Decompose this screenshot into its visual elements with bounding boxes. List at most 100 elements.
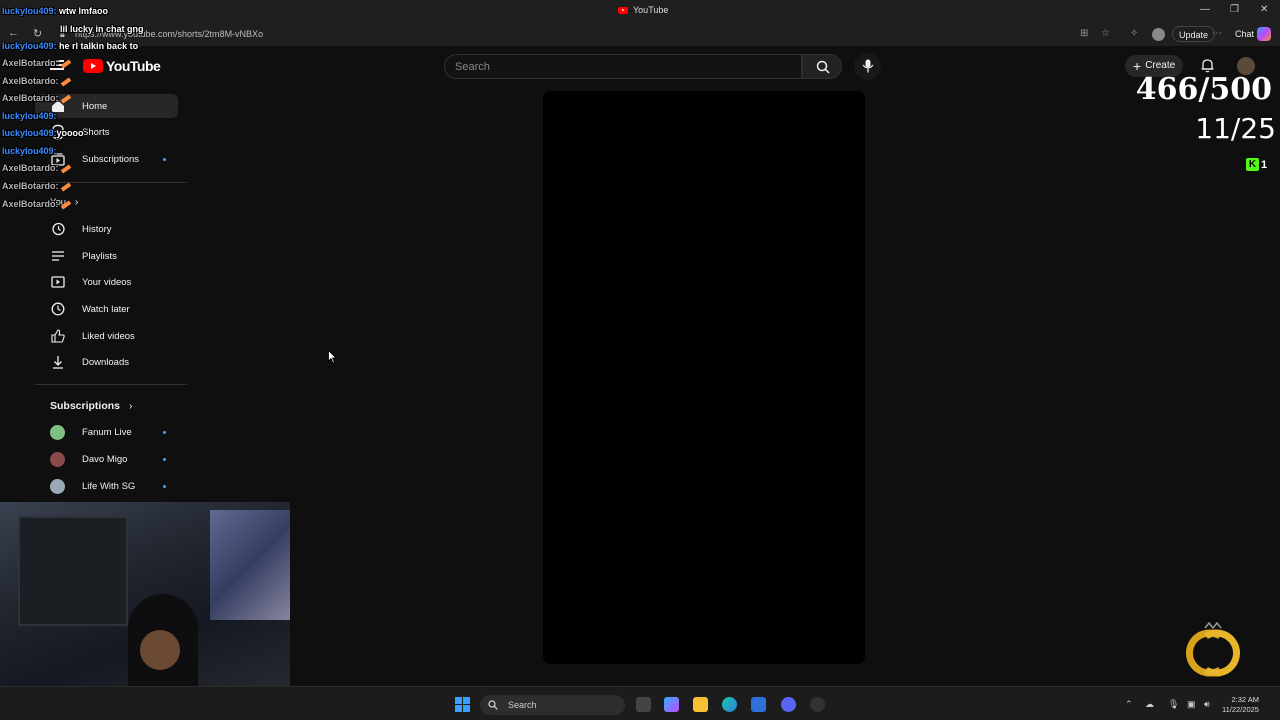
channel-avatar bbox=[50, 451, 65, 467]
sidebar-item-label: Playlists bbox=[82, 250, 117, 262]
chat-username: luckylou409: bbox=[2, 146, 57, 156]
browser-title-bar: YouTube — ❐ ✕ bbox=[0, 0, 1280, 22]
update-button[interactable]: Update bbox=[1172, 26, 1216, 42]
file-explorer-icon[interactable] bbox=[693, 697, 708, 712]
favorites-icon[interactable]: ✧ bbox=[1130, 28, 1138, 39]
close-icon[interactable]: ✕ bbox=[1260, 4, 1268, 15]
chevron-right-icon: › bbox=[128, 400, 133, 412]
search-button[interactable] bbox=[802, 54, 842, 79]
chat-username: AxelBotardo: bbox=[2, 199, 59, 209]
sidebar-item-downloads[interactable]: Downloads bbox=[35, 350, 178, 374]
sidebar-item-history[interactable]: History bbox=[35, 217, 178, 241]
obs-icon[interactable] bbox=[810, 697, 825, 712]
new-content-dot bbox=[163, 457, 166, 461]
your-videos-icon bbox=[51, 276, 65, 288]
chat-message: AxelBotardo: bbox=[2, 181, 71, 192]
sidebar-item-label: Shorts bbox=[82, 126, 110, 138]
minimize-icon[interactable]: — bbox=[1200, 4, 1210, 15]
profile-avatar[interactable] bbox=[1152, 28, 1165, 41]
maximize-icon[interactable]: ❐ bbox=[1230, 4, 1239, 15]
chat-message: luckylou409:yoooo bbox=[2, 128, 84, 138]
sidebar-channel-fanum-live[interactable]: Fanum Live bbox=[35, 420, 178, 444]
sidebar-channel-life-with-sg[interactable]: Life With SG bbox=[35, 474, 178, 498]
microphone-icon bbox=[862, 59, 874, 73]
sidebar-item-label: History bbox=[82, 223, 112, 235]
youtube-favicon-icon bbox=[618, 6, 628, 14]
youtube-logo-icon bbox=[83, 59, 103, 73]
sidebar-item-label: Home bbox=[82, 100, 108, 112]
shorts-video-player[interactable] bbox=[543, 91, 865, 664]
youtube-logo-text: YouTube bbox=[106, 58, 161, 74]
chevron-right-icon: › bbox=[75, 196, 79, 208]
microphone-icon[interactable]: 🎙︎ bbox=[1168, 699, 1179, 710]
clock-time: 2:32 AM bbox=[1231, 695, 1259, 704]
chat-message: AxelBotardo: bbox=[2, 163, 71, 174]
new-content-dot bbox=[163, 157, 166, 161]
chat-username: luckylou409: bbox=[2, 6, 57, 16]
sidebar-item-label: Life With SG bbox=[82, 480, 136, 492]
sidebar-item-watch-later[interactable]: Watch later bbox=[35, 297, 178, 321]
favorite-star-icon[interactable]: ☆ bbox=[1101, 28, 1110, 39]
task-view-icon[interactable] bbox=[636, 697, 651, 712]
goal-counter: 466/500 bbox=[1135, 72, 1272, 107]
volume-icon[interactable]: 🔊︎ bbox=[1204, 699, 1210, 710]
sidebar-channel-davo-migo[interactable]: Davo Migo bbox=[35, 447, 178, 471]
tray-chevron-icon[interactable]: ⌃ bbox=[1125, 699, 1133, 710]
new-content-dot bbox=[163, 430, 166, 434]
browser-address-bar: ← ↻ 🔒︎ https://www.youtube.com/shorts/2t… bbox=[0, 22, 1280, 46]
chat-message: lil lucky in chat gng bbox=[60, 24, 144, 34]
sub-goal-counter: 11/25 bbox=[1195, 112, 1276, 145]
sidebar-item-liked-videos[interactable]: Liked videos bbox=[35, 324, 178, 348]
more-menu-icon[interactable]: ⋯ bbox=[1212, 28, 1222, 39]
pencil-emote-icon bbox=[60, 77, 71, 87]
network-icon[interactable]: ▣ bbox=[1187, 699, 1196, 710]
back-icon[interactable]: ← bbox=[8, 27, 19, 39]
kick-logo-icon: K bbox=[1246, 158, 1259, 171]
search-input[interactable]: Search bbox=[444, 54, 802, 79]
chat-button[interactable]: Chat bbox=[1235, 29, 1254, 39]
screen: YouTube — ❐ ✕ ← ↻ 🔒︎ https://www.youtube… bbox=[0, 0, 1280, 720]
chat-username: luckylou409: bbox=[2, 111, 57, 121]
notifications-bell-icon[interactable] bbox=[1200, 58, 1215, 73]
copilot-taskbar-icon[interactable] bbox=[664, 697, 679, 712]
pencil-emote-icon bbox=[60, 182, 71, 192]
search-icon bbox=[488, 700, 498, 710]
channel-avatar bbox=[50, 424, 65, 440]
webcam-background-poster bbox=[210, 510, 290, 620]
chat-message: AxelBotardo: bbox=[2, 58, 71, 69]
new-content-dot bbox=[163, 484, 166, 488]
chat-username: AxelBotardo: bbox=[2, 181, 59, 191]
search-icon bbox=[816, 60, 830, 74]
chat-message: luckylou409: he rl talkin back to bbox=[2, 41, 138, 51]
voice-search-button[interactable] bbox=[854, 53, 881, 80]
discord-icon[interactable] bbox=[781, 697, 796, 712]
microsoft-store-icon[interactable] bbox=[751, 697, 766, 712]
taskbar-search-label: Search bbox=[508, 700, 537, 710]
sidebar-item-label: Davo Migo bbox=[82, 453, 128, 465]
tray-app-icon[interactable]: ☁ bbox=[1145, 699, 1154, 710]
taskbar-clock[interactable]: 2:32 AM 11/22/2025 bbox=[1222, 695, 1259, 715]
sidebar-item-label: Fanum Live bbox=[82, 426, 132, 438]
mouse-cursor-icon bbox=[328, 350, 337, 364]
chat-message: luckylou409: wtw lmfaoo bbox=[2, 6, 108, 16]
sidebar-item-your-videos[interactable]: Your videos bbox=[35, 270, 178, 294]
history-icon bbox=[52, 222, 65, 236]
refresh-icon[interactable]: ↻ bbox=[33, 27, 42, 40]
app-available-icon[interactable]: ⊞ bbox=[1080, 28, 1088, 39]
sidebar-item-label: Your videos bbox=[82, 276, 132, 288]
download-icon bbox=[53, 356, 63, 369]
plus-icon: + bbox=[1133, 58, 1142, 74]
pencil-emote-icon bbox=[60, 164, 71, 174]
browser-tab[interactable]: YouTube bbox=[618, 5, 668, 15]
youtube-logo[interactable]: YouTube bbox=[83, 58, 161, 74]
edge-browser-icon[interactable] bbox=[722, 697, 737, 712]
sidebar-subscriptions-header[interactable]: Subscriptions › bbox=[50, 400, 132, 412]
windows-start-icon[interactable] bbox=[455, 697, 470, 712]
copilot-icon[interactable] bbox=[1257, 27, 1271, 41]
sidebar-divider bbox=[35, 384, 187, 385]
subscriptions-section-label: Subscriptions bbox=[50, 400, 121, 412]
cc-logo-icon bbox=[1186, 622, 1240, 677]
sidebar-item-playlists[interactable]: Playlists bbox=[35, 244, 178, 268]
pencil-emote-icon bbox=[60, 94, 71, 104]
taskbar-search[interactable]: Search bbox=[480, 695, 625, 715]
